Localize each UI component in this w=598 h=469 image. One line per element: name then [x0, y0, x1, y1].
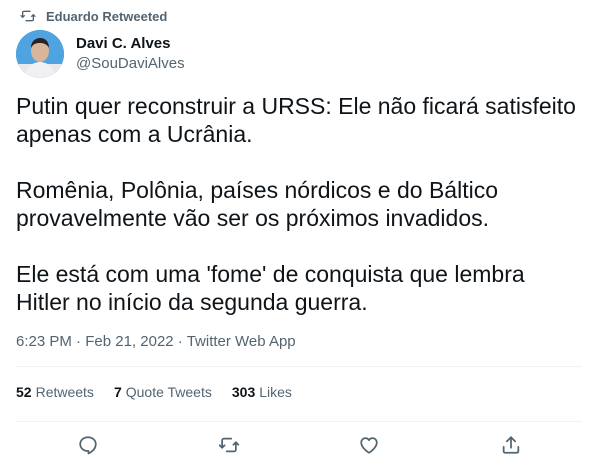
likes-count: 303 [231, 384, 256, 400]
tweet-detail: Eduardo Retweeted Davi C. Alves @SouDavi… [0, 0, 598, 469]
quote-tweets-label: Quote Tweets [125, 384, 212, 400]
tweet-paragraph: Ele está com uma 'fome' de conquista que… [16, 261, 525, 315]
quote-tweets-count: 7 [113, 384, 122, 400]
likes-stat[interactable]: 303 Likes [232, 384, 292, 400]
share-icon [502, 436, 520, 454]
reply-icon [79, 436, 97, 455]
retweets-stat[interactable]: 52 Retweets [16, 384, 94, 400]
meta-separator: · [76, 333, 86, 350]
tweet-stats: 52 Retweets 7 Quote Tweets 303 Likes [16, 384, 312, 400]
action-bar [0, 430, 598, 460]
tweet-source[interactable]: Twitter Web App [187, 333, 296, 350]
retweet-button[interactable] [212, 430, 246, 460]
retweets-label: Retweets [35, 384, 94, 400]
tweet-paragraph: Putin quer reconstruir a URSS: Ele não f… [16, 93, 576, 147]
quote-tweets-stat[interactable]: 7 Quote Tweets [114, 384, 212, 400]
like-button[interactable] [352, 430, 386, 460]
tweet-date[interactable]: Feb 21, 2022 [85, 333, 173, 350]
author-display-name[interactable]: Davi C. Alves [76, 34, 185, 54]
tweet-paragraph: Romênia, Polônia, países nórdicos e do B… [16, 177, 499, 231]
reply-button[interactable] [71, 430, 105, 460]
retweet-header: Eduardo Retweeted [16, 6, 167, 26]
meta-separator: · [177, 333, 187, 350]
author-block[interactable]: Davi C. Alves @SouDaviAlves [16, 30, 185, 78]
heart-icon [360, 437, 378, 454]
tweet-time[interactable]: 6:23 PM [16, 333, 72, 350]
share-button[interactable] [494, 430, 528, 460]
retweets-count: 52 [16, 384, 32, 400]
retweet-header-text[interactable]: Eduardo Retweeted [46, 9, 167, 24]
tweet-meta: 6:23 PM · Feb 21, 2022 · Twitter Web App [16, 332, 296, 352]
retweet-icon [20, 10, 36, 22]
divider [16, 421, 582, 422]
avatar[interactable] [16, 30, 64, 78]
author-handle[interactable]: @SouDaviAlves [76, 54, 185, 74]
divider [16, 366, 582, 367]
tweet-text: Putin quer reconstruir a URSS: Ele não f… [16, 92, 582, 316]
retweet-icon [218, 437, 240, 453]
likes-label: Likes [259, 384, 292, 400]
user-avatar [16, 30, 64, 78]
